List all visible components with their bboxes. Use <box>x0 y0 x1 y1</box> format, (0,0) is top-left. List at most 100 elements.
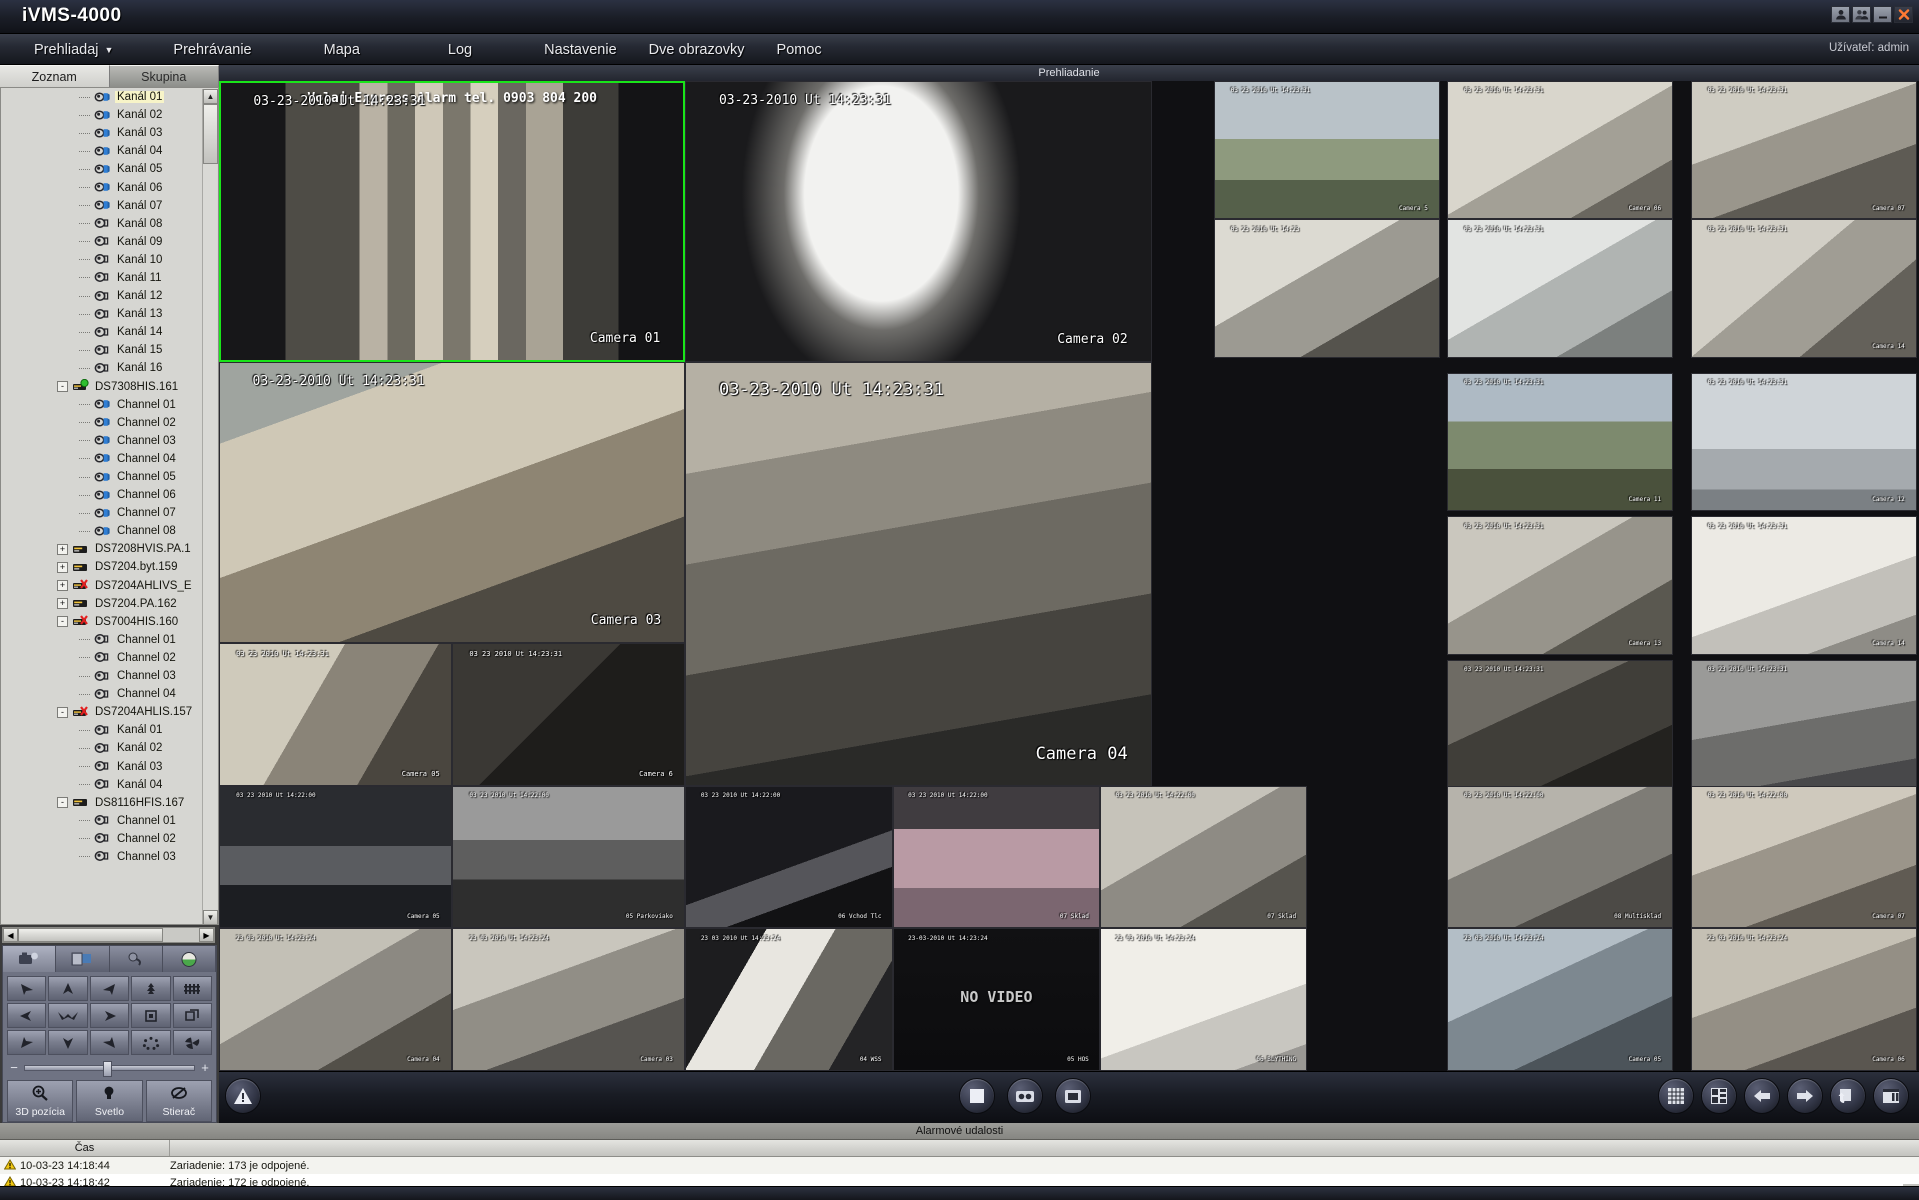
tree-item-kan-l-02[interactable]: Kanál 02 <box>1 739 203 757</box>
tree-item-channel-07[interactable]: Channel 07 <box>1 504 203 522</box>
video-cell-c20[interactable]: 03 23 2010 Ut 14:22:00 05 Parkoviako <box>452 785 686 929</box>
tree-item-kan-l-15[interactable]: Kanál 15 <box>1 341 203 359</box>
tree-item-channel-02[interactable]: Channel 02 <box>1 649 203 667</box>
ptz-focus-near-icon[interactable] <box>172 976 212 1001</box>
video-cell-c06[interactable]: 03 23 2010 Ut 14:23:31 Camera 6 <box>452 643 686 786</box>
video-cell-c30[interactable]: 23 03 2010 Ut 14:23:24 06 BLYTHING <box>1100 928 1308 1071</box>
close-icon[interactable] <box>1894 6 1913 23</box>
tree-item-kan-l-09[interactable]: Kanál 09 <box>1 233 203 251</box>
scroll-up-icon[interactable]: ▲ <box>203 89 218 104</box>
tree-item-kan-l-02[interactable]: Kanál 02 <box>1 106 203 124</box>
auto-switch-icon[interactable] <box>1830 1078 1866 1114</box>
snapshot-icon[interactable] <box>1007 1078 1043 1114</box>
tree-item-channel-05[interactable]: Channel 05 <box>1 468 203 486</box>
video-cell-c23[interactable]: 03 23 2010 Ut 14:22:00 07 Sklad <box>1100 785 1308 929</box>
tree-item-channel-04[interactable]: Channel 04 <box>1 685 203 703</box>
ptz-tab-control[interactable] <box>3 946 57 972</box>
video-cell-c05[interactable]: 03 23 2010 Ut 14:23:31 Camera 05 <box>219 643 453 786</box>
grid-custom-icon[interactable] <box>1701 1078 1737 1114</box>
video-cell-c22[interactable]: 03 23 2010 Ut 14:22:00 07 Sklad <box>892 785 1101 929</box>
ptz-tab-preset[interactable] <box>56 946 110 972</box>
ptz-3d-position-button[interactable]: 3D pozícia <box>7 1080 74 1122</box>
next-page-icon[interactable] <box>1787 1078 1823 1114</box>
ptz-speed-track[interactable] <box>24 1060 195 1077</box>
tree-item-ds7004his-160[interactable]: - DS7004HIS.160 <box>1 613 203 631</box>
video-cell-c31[interactable]: 23 03 2010 Ut 14:23:24 Camera 05 <box>1447 928 1674 1071</box>
video-cell-c17[interactable]: 03 23 2010 Ut 14:23:31 <box>1447 659 1674 799</box>
ptz-light-button[interactable]: Svetlo <box>76 1080 143 1122</box>
tree-item-channel-03[interactable]: Channel 03 <box>1 432 203 450</box>
capture-icon[interactable] <box>1055 1078 1091 1114</box>
tree-item-ds7204ahlivs-e[interactable]: + DS7204AHLIVS_E <box>1 577 203 595</box>
tree-item-channel-06[interactable]: Channel 06 <box>1 486 203 504</box>
tree-item-channel-03[interactable]: Channel 03 <box>1 848 203 866</box>
ptz-zoom-in-icon[interactable] <box>131 976 171 1001</box>
ptz-iris-open-icon[interactable] <box>131 1030 171 1055</box>
menu-item-log[interactable]: Log <box>432 34 488 65</box>
tree-item-kan-l-16[interactable]: Kanál 16 <box>1 359 203 377</box>
ptz-wiper-button[interactable]: Stierač <box>145 1080 212 1122</box>
tree-expander-icon[interactable]: - <box>57 616 68 628</box>
tree-expander-icon[interactable]: - <box>57 706 68 718</box>
tree-item-channel-02[interactable]: Channel 02 <box>1 414 203 432</box>
grid-layout-icon[interactable] <box>1658 1078 1694 1114</box>
video-cell-c27[interactable]: 23 03 2010 Ut 14:23:24 Camera 03 <box>452 928 686 1071</box>
video-cell-c25[interactable]: 03 23 2010 Ut 14:22:00 Camera 07 <box>1690 785 1917 929</box>
tab-skupina[interactable]: Skupina <box>109 65 219 87</box>
ptz-iris-close-icon[interactable] <box>172 1030 212 1055</box>
scroll-down-icon[interactable]: ▼ <box>203 910 218 924</box>
tree-item-kan-l-14[interactable]: Kanál 14 <box>1 323 203 341</box>
ptz-down-left-icon[interactable] <box>7 1030 47 1055</box>
tree-item-kan-l-03[interactable]: Kanál 03 <box>1 124 203 142</box>
tree-item-channel-01[interactable]: Channel 01 <box>1 631 203 649</box>
menu-item-dve-obrazovky[interactable]: Dve obrazovky <box>633 34 761 65</box>
ptz-zoom-out-icon[interactable] <box>131 1003 171 1028</box>
tree-item-channel-04[interactable]: Channel 04 <box>1 450 203 468</box>
video-cell-c16[interactable]: 03 23 2010 Ut 14:23:31 Camera 14 <box>1690 516 1917 655</box>
tree-item-ds7204-byt-159[interactable]: + DS7204.byt.159 <box>1 558 203 576</box>
menu-item-prehliadaj[interactable]: Prehliadaj ▼ <box>18 34 129 65</box>
tree-horizontal-scrollbar[interactable]: ◀ ▶ <box>2 927 215 943</box>
scroll-thumb[interactable] <box>203 104 218 164</box>
tree-item-kan-l-08[interactable]: Kanál 08 <box>1 215 203 233</box>
video-cell-c21[interactable]: 03 23 2010 Ut 14:22:00 06 Vchod Tlc <box>685 785 893 929</box>
video-cell-c10[interactable]: 03 23 2010 Ut 14:23 <box>1214 219 1441 358</box>
tree-item-kan-l-01[interactable]: Kanál 01 <box>1 88 203 106</box>
stop-record-icon[interactable] <box>959 1078 995 1114</box>
video-cell-c07[interactable]: 03 23 2010 Ut 14:23:31 Camera 5 <box>1214 81 1441 220</box>
tree-item-kan-l-01[interactable]: Kanál 01 <box>1 721 203 739</box>
video-cell-c04[interactable]: 03-23-2010 Ut 14:23:31 Camera 04 <box>685 362 1152 786</box>
video-cell-c12[interactable]: 03 23 2010 Ut 14:23:31 Camera 14 <box>1690 219 1917 358</box>
menu-item-nastavenie[interactable]: Nastavenie <box>528 34 633 65</box>
alarm-log-row[interactable]: 10-03-23 14:18:44 Zariadenie: 173 je odpo… <box>0 1157 1919 1174</box>
alarm-triangle-icon[interactable] <box>225 1078 261 1114</box>
tree-item-ds7204ahlis-157[interactable]: - DS7204AHLIS.157 <box>1 703 203 721</box>
video-cell-c03[interactable]: 03-23-2010 Ut 14:23:31 Camera 03 <box>219 362 686 644</box>
video-cell-c11[interactable]: 03 23 2010 Ut 14:23:31 <box>1447 219 1674 358</box>
menu-item-mapa[interactable]: Mapa <box>308 34 376 65</box>
tree-item-channel-01[interactable]: Channel 01 <box>1 812 203 830</box>
tree-expander-icon[interactable]: - <box>57 381 68 393</box>
video-cell-c01[interactable]: Volaj Express Alarm tel. 0903 804 200 03-… <box>219 81 686 363</box>
scroll-right-icon[interactable]: ▶ <box>199 928 214 942</box>
ptz-down-right-icon[interactable] <box>89 1030 130 1055</box>
scroll-left-icon[interactable]: ◀ <box>3 928 18 942</box>
video-cell-c13[interactable]: 03 23 2010 Ut 14:23:31 Camera 11 <box>1447 372 1674 511</box>
ptz-up-left-icon[interactable] <box>7 976 47 1001</box>
prev-page-icon[interactable] <box>1744 1078 1780 1114</box>
tree-item-ds7208hvis-pa-1[interactable]: + DS7208HVIS.PA.1 <box>1 540 203 558</box>
video-cell-c28[interactable]: 23 03 2010 Ut 14:23:24 04 WSS <box>685 928 893 1071</box>
tree-item-kan-l-04[interactable]: Kanál 04 <box>1 776 203 794</box>
video-cell-c09[interactable]: 03 23 2010 Ut 14:23:31 Camera 07 <box>1690 81 1917 220</box>
video-cell-c02[interactable]: 03-23-2010 Ut 14:23:31 Camera 02 <box>685 81 1152 363</box>
tree-item-channel-03[interactable]: Channel 03 <box>1 667 203 685</box>
tree-item-kan-l-03[interactable]: Kanál 03 <box>1 757 203 775</box>
menu-item-prehravanie[interactable]: Prehrávanie <box>157 34 267 65</box>
pause-switch-icon[interactable] <box>1873 1078 1909 1114</box>
ptz-left-icon[interactable] <box>7 1003 47 1028</box>
users-icon[interactable] <box>1852 6 1871 23</box>
video-cell-c15[interactable]: 03 23 2010 Ut 14:23:31 Camera 13 <box>1447 516 1674 655</box>
ptz-right-icon[interactable] <box>89 1003 130 1028</box>
video-cell-c08[interactable]: 03 23 2010 Ut 14:23:31 Camera 06 <box>1447 81 1674 220</box>
video-cell-c24[interactable]: 03 23 2010 Ut 14:22:00 08 Multisklad <box>1447 785 1674 929</box>
